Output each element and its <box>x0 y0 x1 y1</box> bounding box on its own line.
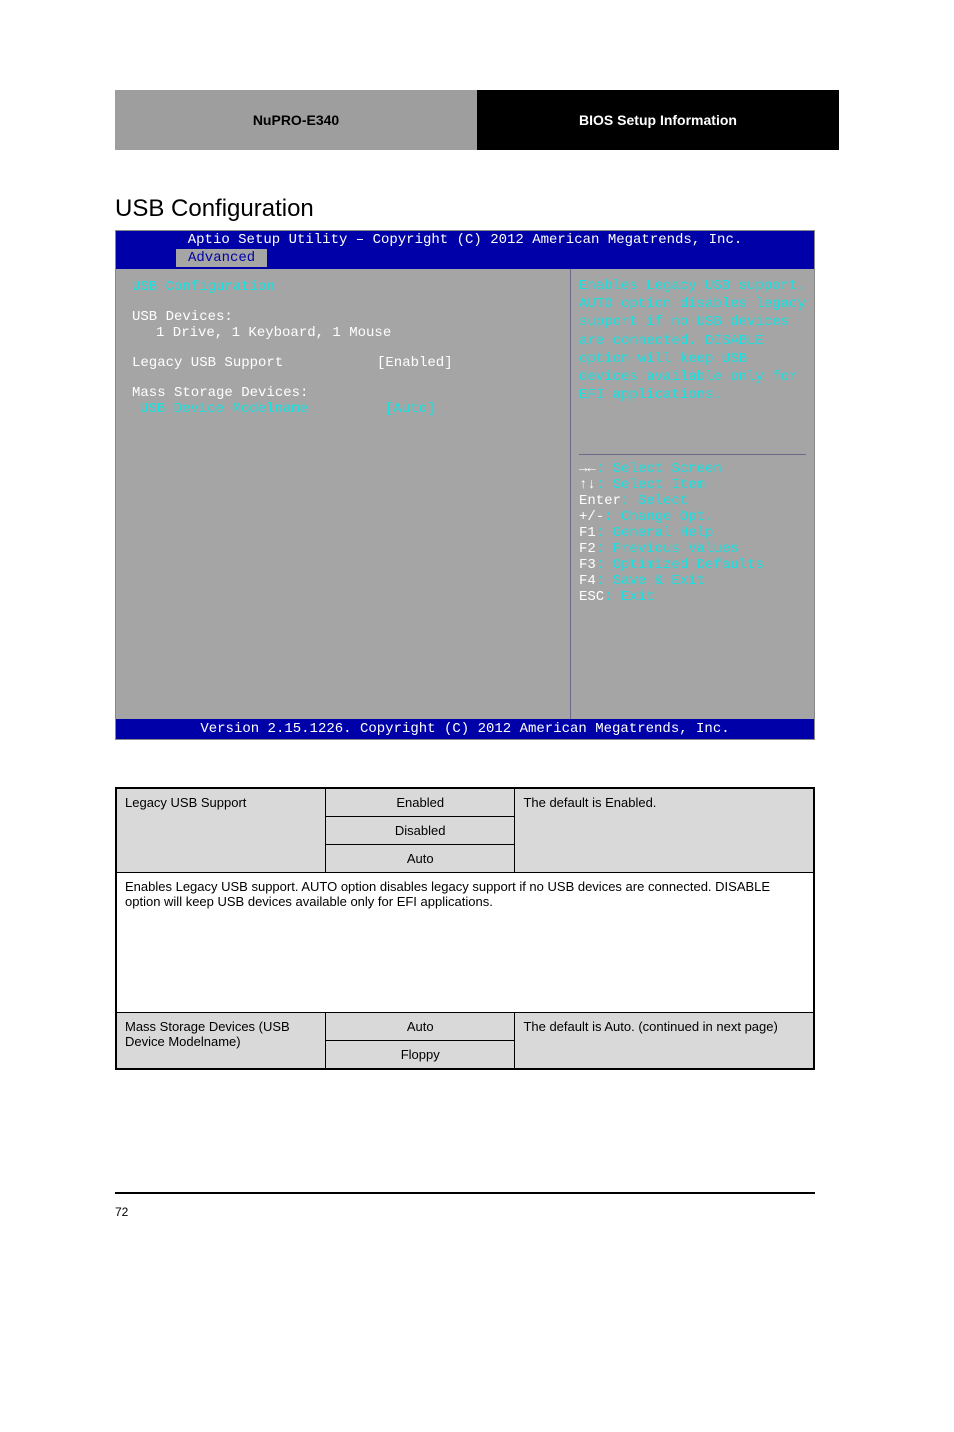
bios-tabrow: Advanced <box>116 249 814 269</box>
usb-config-heading: USB Configuration <box>132 279 554 295</box>
bios-titlebar: Aptio Setup Utility – Copyright (C) 2012… <box>116 231 814 249</box>
legacy-usb-opt-disabled: Disabled <box>325 817 514 845</box>
bios-right-panel: Enables Legacy USB support. AUTO option … <box>570 269 814 719</box>
key-esc-icon: ESC <box>579 589 604 605</box>
key-f2-text: : Previous Values <box>596 541 739 557</box>
mass-storage-opt-floppy: Floppy <box>325 1041 514 1070</box>
legacy-usb-explain: Enables Legacy USB support. AUTO option … <box>116 873 814 1013</box>
bios-left-panel: USB Configuration USB Devices: 1 Drive, … <box>116 269 570 719</box>
key-ud-text: : Select Item <box>596 477 705 493</box>
table-row: Mass Storage Devices (USB Device Modelna… <box>116 1013 814 1041</box>
tab-advanced[interactable]: Advanced <box>176 249 267 267</box>
mass-storage-row[interactable]: USB Device Modelname [Auto] <box>132 401 554 417</box>
key-f2-icon: F2 <box>579 541 596 557</box>
table-row: Legacy USB Support Enabled The default i… <box>116 788 814 817</box>
key-lr-icon: →← <box>579 461 596 477</box>
legacy-usb-value: [Enabled] <box>377 355 453 371</box>
key-plusminus-text: : Change Opt. <box>604 509 713 525</box>
usb-devices-label: USB Devices: <box>132 309 554 325</box>
usb-devices-list: 1 Drive, 1 Keyboard, 1 Mouse <box>156 325 554 341</box>
key-f1-text: : General Help <box>596 525 714 541</box>
mass-storage-opt-auto: Auto <box>325 1013 514 1041</box>
key-f4-text: : Save & Exit <box>596 573 705 589</box>
bios-footer: Version 2.15.1226. Copyright (C) 2012 Am… <box>116 719 814 739</box>
mass-storage-cell-label: Mass Storage Devices (USB Device Modelna… <box>116 1013 325 1070</box>
mass-storage-label: Mass Storage Devices: <box>132 385 554 401</box>
bios-help-text: Enables Legacy USB support. AUTO option … <box>579 277 806 404</box>
mass-storage-desc: The default is Auto. (continued in next … <box>515 1013 814 1070</box>
bios-body: USB Configuration USB Devices: 1 Drive, … <box>116 269 814 719</box>
key-f3-text: : Optimized Defaults <box>596 557 764 573</box>
legacy-usb-row[interactable]: Legacy USB Support [Enabled] <box>132 355 554 371</box>
key-f3-icon: F3 <box>579 557 596 573</box>
legacy-usb-label: Legacy USB Support <box>132 355 377 371</box>
legacy-usb-desc: The default is Enabled. <box>515 788 814 873</box>
key-ud-icon: ↑↓ <box>579 477 596 493</box>
legacy-usb-opt-auto: Auto <box>325 845 514 873</box>
section-title: USB Configuration <box>115 195 314 223</box>
key-f4-icon: F4 <box>579 573 596 589</box>
mass-storage-value: [Auto] <box>385 401 435 417</box>
key-enter-text: : Select <box>621 493 688 509</box>
table-row: Enables Legacy USB support. AUTO option … <box>116 873 814 1013</box>
header-left: NuPRO-E340 <box>115 90 477 150</box>
key-esc-text: : Exit <box>604 589 654 605</box>
options-table: Legacy USB Support Enabled The default i… <box>115 787 815 1070</box>
key-lr-text: : Select Screen <box>596 461 722 477</box>
bios-key-hints: →←: Select Screen ↑↓: Select Item Enter:… <box>579 461 806 605</box>
bios-window: Aptio Setup Utility – Copyright (C) 2012… <box>115 230 815 740</box>
footer-divider <box>115 1192 815 1194</box>
key-f1-icon: F1 <box>579 525 596 541</box>
bios-divider <box>579 454 806 455</box>
key-enter-icon: Enter <box>579 493 621 509</box>
mass-storage-device: USB Device Modelname <box>140 401 385 417</box>
doc-header: NuPRO-E340 BIOS Setup Information <box>115 90 839 150</box>
legacy-usb-cell-label: Legacy USB Support <box>116 788 325 873</box>
key-plusminus-icon: +/- <box>579 509 604 525</box>
legacy-usb-opt-enabled: Enabled <box>325 788 514 817</box>
page-number: 72 <box>115 1205 128 1219</box>
header-right: BIOS Setup Information <box>477 90 839 150</box>
